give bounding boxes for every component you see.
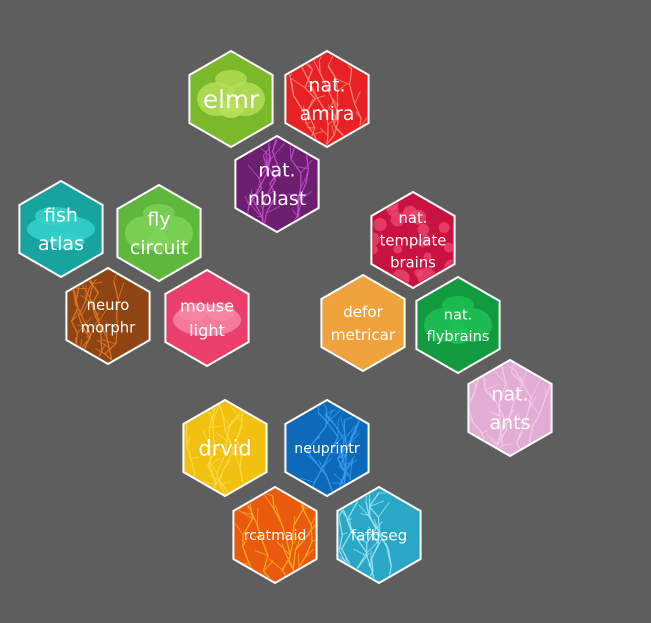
hex-sticker-label: light: [189, 321, 225, 340]
hex-sticker-shape: [320, 273, 406, 373]
hex-sticker-label: drvid: [198, 437, 251, 461]
hex-sticker-label: neuro: [87, 297, 130, 314]
hex-sticker-fafbseg[interactable]: fafbseg: [327, 480, 422, 585]
hex-sticker-label: fish: [44, 205, 78, 227]
hex-sticker-label: nat.: [308, 75, 345, 97]
hex-sticker-label: neuprintr: [294, 441, 360, 457]
hex-sticker-label: metricar: [331, 326, 396, 344]
hex-sticker-shape: [467, 358, 553, 458]
hex-sticker-label: nat.: [491, 384, 528, 406]
hex-sticker-shape: [284, 49, 370, 149]
hex-sticker-mouselight[interactable]: mouse light: [164, 268, 250, 368]
hex-sticker-deformetricar[interactable]: defor metricar: [320, 273, 406, 373]
hex-sticker-neuromorphr[interactable]: neuro morphr: [65, 258, 151, 366]
hex-sticker-label: template: [380, 232, 447, 249]
hex-sticker-natamira[interactable]: nat. amira: [272, 43, 370, 149]
hex-sticker-label: fly: [147, 209, 170, 231]
hex-sticker-natflybrains[interactable]: nat. flybrains: [415, 275, 501, 375]
hex-sticker-elmr[interactable]: elmr: [188, 49, 274, 149]
hex-sticker-drvid[interactable]: drvid: [173, 388, 268, 498]
hex-sticker-natnblast[interactable]: nat. nblast: [234, 130, 320, 234]
hex-sticker-fishatlas[interactable]: fish atlas: [18, 179, 104, 279]
hex-sticker-label: circuit: [130, 237, 188, 259]
hex-sticker-nattemplatebrains[interactable]: nat. template brains: [366, 190, 461, 290]
hex-sticker-rcatmaid[interactable]: rcatmaid: [232, 480, 330, 585]
hex-sticker-label: atlas: [38, 233, 84, 255]
hex-sticker-cluster: elmr nat. amira nat. nblast fish atlas fly circu…: [18, 43, 553, 585]
hex-sticker-label: rcatmaid: [244, 528, 307, 544]
hex-sticker-label: fafbseg: [351, 527, 408, 545]
hex-sticker-label: brains: [390, 255, 436, 272]
hex-sticker-label: nblast: [248, 188, 306, 210]
hex-sticker-label: defor: [343, 303, 384, 321]
hex-sticker-label: nat.: [258, 160, 295, 182]
hex-sticker-neuprintr[interactable]: neuprintr: [284, 381, 378, 498]
hex-sticker-label: nat.: [399, 210, 428, 227]
hex-sticker-flycircuit[interactable]: fly circuit: [116, 183, 202, 283]
hex-sticker-label: mouse: [180, 297, 234, 316]
hex-sticker-label: ants: [489, 412, 530, 434]
hex-sticker-label: flybrains: [427, 328, 490, 345]
hex-sticker-label: elmr: [203, 85, 260, 114]
hex-sticker-label: morphr: [81, 320, 136, 337]
hex-sticker-label: amira: [300, 103, 355, 125]
hex-sticker-label: nat.: [444, 306, 473, 323]
